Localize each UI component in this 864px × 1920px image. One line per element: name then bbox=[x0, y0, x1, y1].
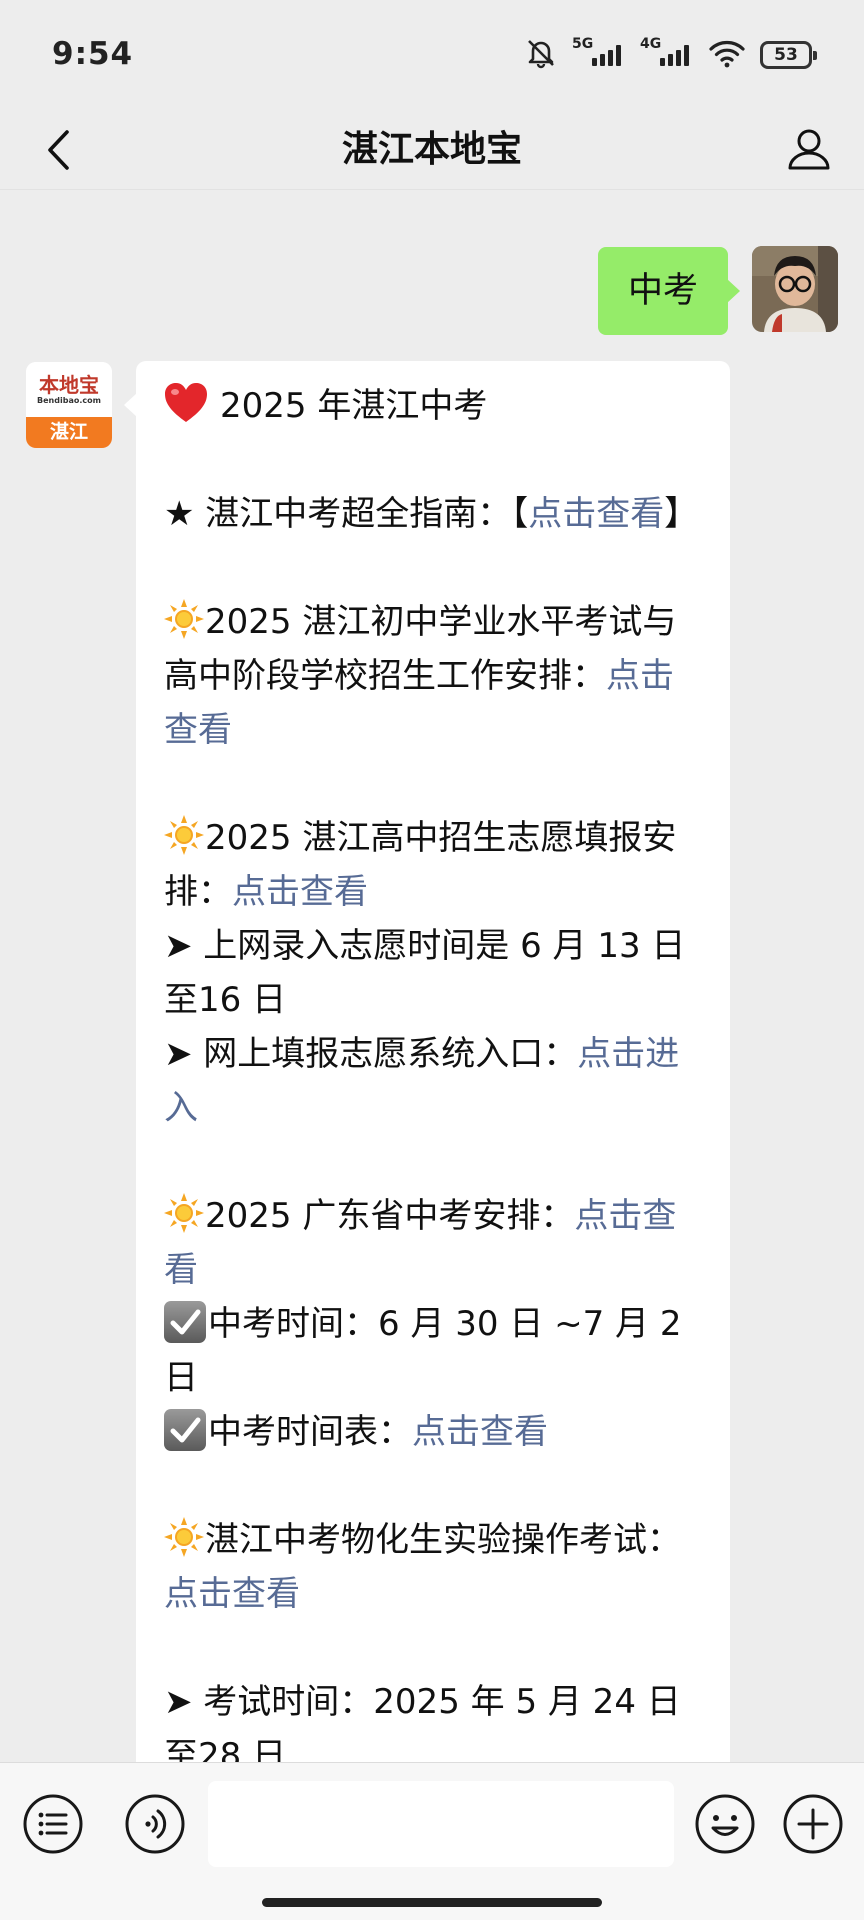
person-icon bbox=[788, 129, 830, 170]
guide-line: ★ 湛江中考超全指南：【点击查看】 bbox=[164, 487, 704, 541]
menu-button[interactable] bbox=[22, 1793, 84, 1855]
status-time: 9:54 bbox=[52, 36, 134, 72]
guide-link[interactable]: 点击查看 bbox=[528, 494, 664, 534]
menu-list-icon bbox=[23, 1794, 83, 1854]
section-2-link[interactable]: 点击查看 bbox=[232, 872, 368, 912]
reply-title: 2025 年湛江中考 bbox=[220, 386, 488, 426]
logo-text: 本地宝 bbox=[39, 372, 99, 397]
section-2-item-1: ➤ 上网录入志愿时间是 6 月 13 日至16 日 bbox=[164, 926, 686, 1020]
user-message-bubble[interactable]: 中考 bbox=[597, 247, 741, 335]
bot-message-bubble[interactable]: 2025 年湛江中考 ★ 湛江中考超全指南：【点击查看】 2025 湛江初中学业… bbox=[124, 361, 730, 1762]
emoji-button[interactable] bbox=[694, 1793, 756, 1855]
section-4-item-1: ➤ 考试时间：2025 年 5 月 24 日至28 日 bbox=[164, 1682, 681, 1762]
section-2-item-2: ➤ 网上填报志愿系统入口：点击进入 bbox=[164, 1027, 704, 1135]
guide-prefix: ★ 湛江中考超全指南：【 bbox=[164, 494, 529, 534]
wifi-icon bbox=[708, 38, 746, 72]
section-4: 湛江中考物化生实验操作考试： 点击查看 bbox=[164, 1513, 704, 1621]
logo-city: 湛江 bbox=[26, 417, 112, 448]
section-3: 2025 广东省中考安排：点击查看 bbox=[164, 1189, 704, 1297]
section-4-text: 湛江中考物化生实验操作考试： bbox=[205, 1520, 681, 1560]
section-3-check-1-text: 中考时间：6 月 30 日 ~7 月 2 日 bbox=[164, 1304, 682, 1398]
bot-avatar[interactable]: 本地宝 Bendibao.com 湛江 bbox=[26, 362, 112, 448]
section-4-link[interactable]: 点击查看 bbox=[164, 1574, 300, 1614]
home-indicator[interactable] bbox=[262, 1898, 602, 1907]
user-message-text: 中考 bbox=[627, 271, 698, 311]
reply-title-line: 2025 年湛江中考 bbox=[164, 379, 704, 433]
chat-area[interactable]: 中考 本地宝 Bendibao.com 湛江 2025 年湛江中考 ★ 湛江中考… bbox=[0, 191, 864, 1762]
section-3-check-2-link[interactable]: 点击查看 bbox=[412, 1412, 548, 1452]
sun-icon bbox=[164, 599, 204, 639]
section-2-item-2-text: ➤ 网上填报志愿系统入口： bbox=[164, 1034, 578, 1074]
guide-suffix: 】 bbox=[664, 494, 699, 534]
battery-level: 53 bbox=[774, 45, 798, 65]
profile-button[interactable] bbox=[778, 118, 840, 180]
section-3-text: 2025 广东省中考安排： bbox=[205, 1196, 575, 1236]
network-4g-label: 4G bbox=[640, 36, 662, 52]
sun-icon bbox=[164, 1517, 204, 1557]
bendibao-logo: 本地宝 Bendibao.com bbox=[26, 362, 112, 417]
section-3-check-2: 中考时间表：点击查看 bbox=[164, 1405, 704, 1459]
battery-icon: 53 bbox=[760, 41, 817, 69]
network-5g-label: 5G bbox=[572, 36, 594, 52]
checkbox-icon bbox=[164, 1301, 206, 1343]
sun-icon bbox=[164, 1193, 204, 1233]
plus-icon bbox=[783, 1794, 843, 1854]
voice-button[interactable] bbox=[124, 1793, 186, 1855]
user-avatar[interactable] bbox=[752, 246, 838, 332]
section-1: 2025 湛江初中学业水平考试与高中阶段学校招生工作安排：点击查看 bbox=[164, 595, 704, 757]
page-title: 湛江本地宝 bbox=[341, 129, 522, 170]
logo-url: Bendibao.com bbox=[37, 395, 101, 405]
checkbox-icon bbox=[164, 1409, 206, 1451]
voice-icon bbox=[125, 1794, 185, 1854]
signal-icon-5g: 5G bbox=[572, 36, 626, 72]
status-bar: 9:54 5G 4G 53 bbox=[0, 0, 864, 110]
heart-icon bbox=[164, 382, 208, 424]
section-3-check-2-text: 中考时间表： bbox=[208, 1412, 412, 1452]
emoji-icon bbox=[695, 1794, 755, 1854]
message-input[interactable] bbox=[208, 1781, 674, 1867]
section-1-text: 2025 湛江初中学业水平考试与高中阶段学校招生工作安排： bbox=[164, 602, 677, 696]
sun-icon bbox=[164, 815, 204, 855]
nav-bar: 湛江本地宝 bbox=[0, 110, 864, 190]
more-button[interactable] bbox=[782, 1793, 844, 1855]
section-3-check-1: 中考时间：6 月 30 日 ~7 月 2 日 bbox=[164, 1297, 704, 1405]
mute-icon bbox=[524, 37, 558, 73]
input-bar bbox=[0, 1762, 864, 1920]
status-icons: 5G 4G 53 bbox=[524, 36, 817, 73]
signal-icon-4g: 4G bbox=[640, 36, 694, 72]
section-2: 2025 湛江高中招生志愿填报安排：点击查看 bbox=[164, 811, 704, 919]
